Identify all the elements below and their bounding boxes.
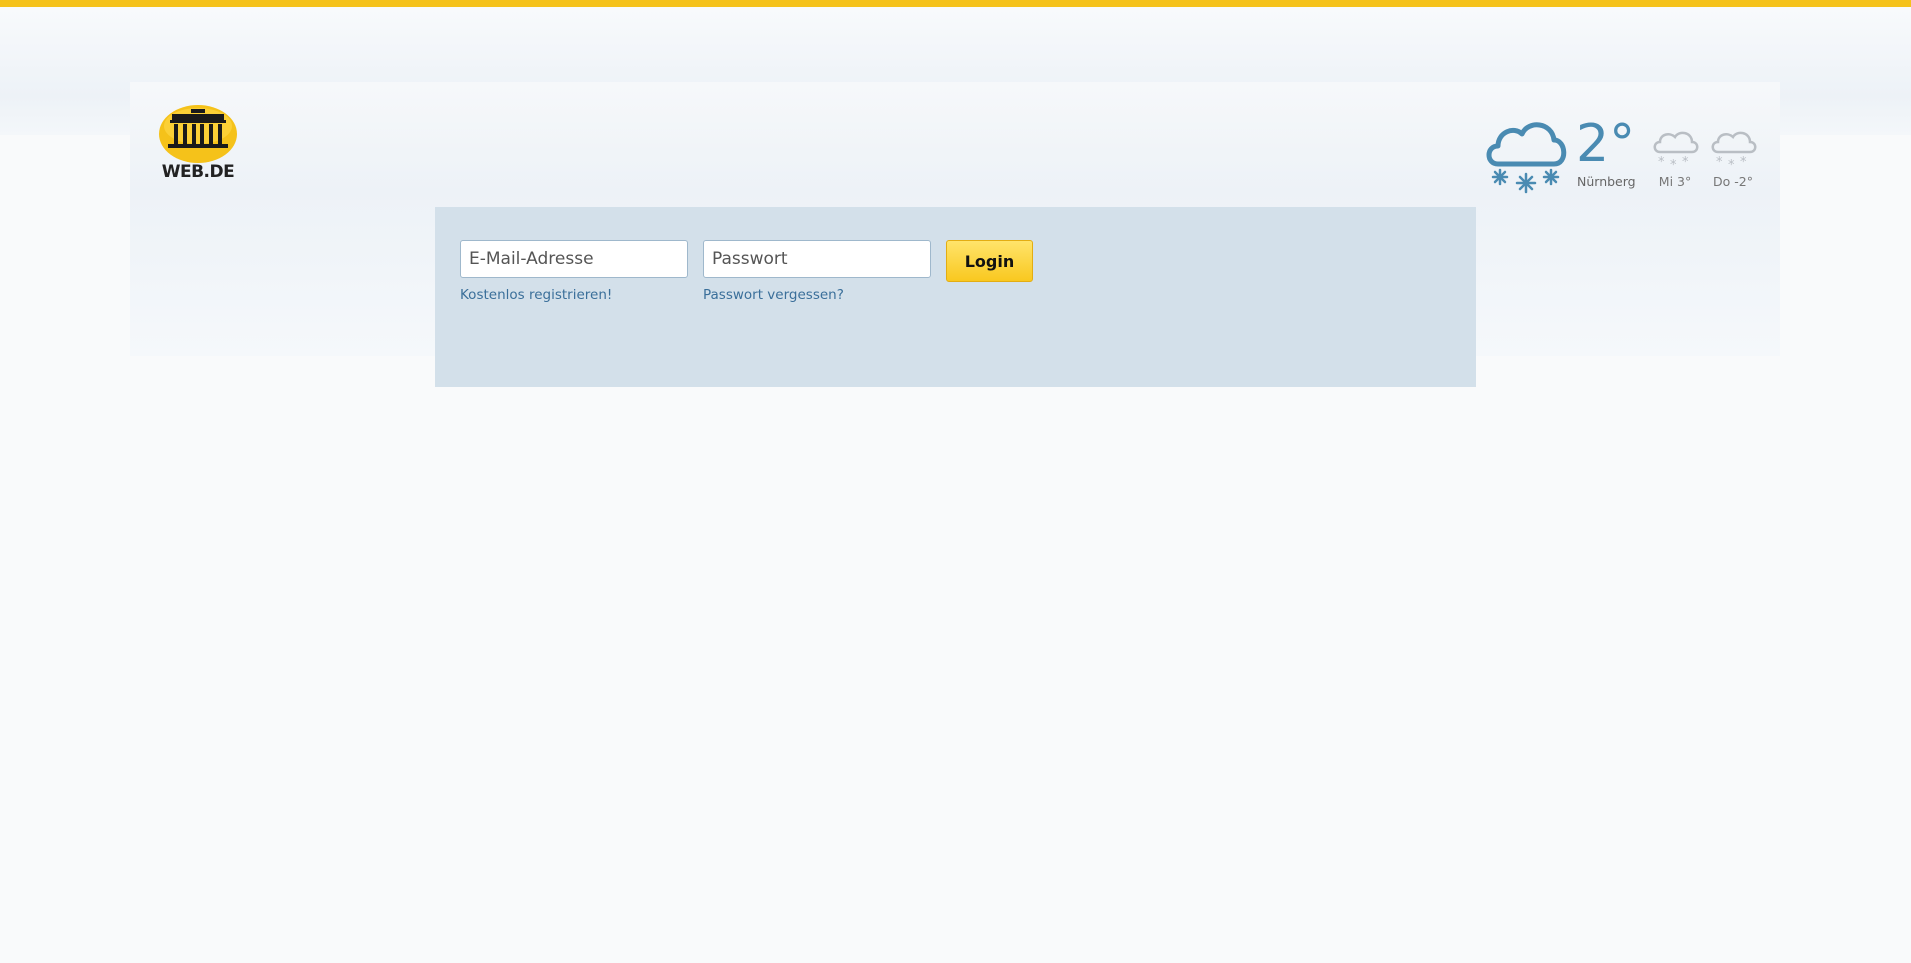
svg-text:*: * [1658, 155, 1665, 170]
register-link[interactable]: Kostenlos registrieren! [460, 287, 612, 303]
svg-text:*: * [1670, 158, 1677, 172]
forecast-label: Mi 3° [1658, 174, 1692, 189]
forecast-day-1[interactable]: * * * Mi 3° [1650, 128, 1700, 189]
webde-logo[interactable]: WEB.DE [158, 104, 238, 184]
svg-text:*: * [1728, 158, 1735, 172]
logo-text: WEB.DE [161, 162, 235, 182]
email-field[interactable] [460, 240, 688, 278]
top-accent-bar [0, 0, 1911, 7]
password-field[interactable] [703, 240, 931, 278]
weather-widget[interactable]: 2° Nürnberg * * * Mi 3° * * * Do -2° [1480, 108, 1760, 196]
snow-cloud-icon: * * * [1653, 131, 1699, 173]
svg-text:*: * [1682, 155, 1689, 170]
current-temperature: 2° [1576, 114, 1636, 174]
svg-text:*: * [1740, 155, 1747, 170]
forecast-day-2[interactable]: * * * Do -2° [1708, 128, 1758, 189]
svg-text:*: * [1716, 155, 1723, 170]
snow-cloud-icon: * * * [1711, 131, 1757, 173]
forgot-password-link[interactable]: Passwort vergessen? [703, 287, 844, 303]
login-button[interactable]: Login [946, 240, 1033, 282]
snow-cloud-icon [1486, 122, 1567, 194]
brandenburg-gate-icon [159, 105, 237, 163]
forecast-label: Do -2° [1713, 174, 1753, 189]
weather-city: Nürnberg [1577, 174, 1636, 189]
